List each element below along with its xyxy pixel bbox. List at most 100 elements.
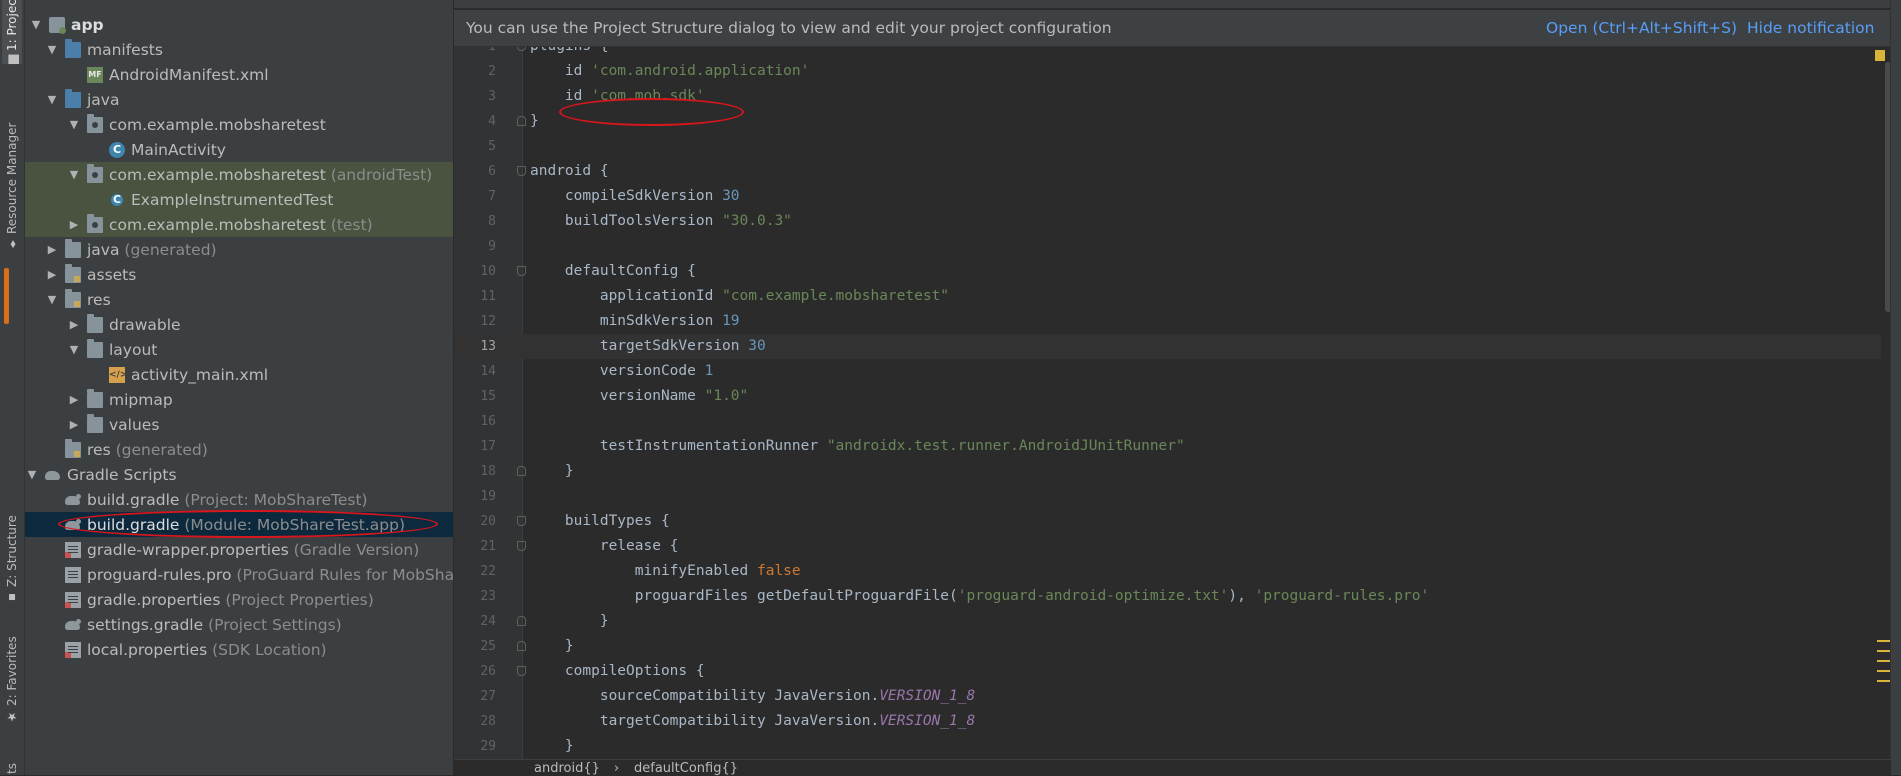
- tree-item-manifests[interactable]: ▼ manifests: [25, 37, 453, 62]
- chevron-right-icon[interactable]: ▶: [67, 318, 81, 331]
- code-line[interactable]: 11 applicationId "com.example.mobsharete…: [454, 284, 1901, 309]
- chevron-down-icon[interactable]: ▼: [45, 43, 59, 56]
- code-token: compileOptions {: [530, 663, 705, 679]
- tree-item-mipmap[interactable]: ▶ mipmap: [25, 387, 453, 412]
- project-tool-tab[interactable]: ▆ 1: Project: [2, 0, 22, 64]
- tree-item-gradle-properties[interactable]: ▼ gradle.properties (Project Properties): [25, 587, 453, 612]
- tree-item-exampleinstrumentedtest[interactable]: ▼ C ExampleInstrumentedTest: [25, 187, 453, 212]
- chevron-down-icon[interactable]: ▼: [29, 18, 43, 31]
- bottom-tool-tab[interactable]: ts: [2, 752, 22, 774]
- tree-item-values[interactable]: ▶ values: [25, 412, 453, 437]
- code-line[interactable]: 5: [454, 134, 1901, 159]
- tree-item-proguard-rules[interactable]: ▼ proguard-rules.pro (ProGuard Rules for…: [25, 562, 453, 587]
- code-line[interactable]: 7 compileSdkVersion 30: [454, 184, 1901, 209]
- inspection-status-icon[interactable]: [1875, 50, 1885, 61]
- favorites-tool-tab[interactable]: ★ 2: Favorites: [2, 628, 22, 724]
- code-line[interactable]: 6 android {: [454, 159, 1901, 184]
- chevron-down-icon[interactable]: ▼: [67, 168, 81, 181]
- chevron-down-icon[interactable]: ▼: [67, 118, 81, 131]
- tree-item-mainactivity[interactable]: ▼ C MainActivity: [25, 137, 453, 162]
- hide-notification-link[interactable]: Hide notification: [1747, 19, 1874, 37]
- tree-item-app[interactable]: ▼ app: [25, 12, 453, 37]
- fold-marker-icon[interactable]: [517, 466, 526, 476]
- tree-item-res[interactable]: ▼ res: [25, 287, 453, 312]
- tree-item-package-test[interactable]: ▶ com.example.mobsharetest (test): [25, 212, 453, 237]
- chevron-right-icon[interactable]: ▶: [67, 393, 81, 406]
- fold-marker-icon[interactable]: [517, 166, 526, 176]
- code-line[interactable]: 25 }: [454, 634, 1901, 659]
- code-text: targetSdkVersion 30: [530, 334, 766, 359]
- code-line[interactable]: 29 }: [454, 734, 1901, 759]
- code-token: }: [530, 613, 609, 629]
- chevron-down-icon[interactable]: ▼: [45, 293, 59, 306]
- properties-file-icon: [65, 641, 81, 658]
- chevron-down-icon[interactable]: ▼: [45, 93, 59, 106]
- tree-item-res-generated[interactable]: ▼ res (generated): [25, 437, 453, 462]
- tree-item-drawable[interactable]: ▶ drawable: [25, 312, 453, 337]
- fold-marker-icon[interactable]: [517, 616, 526, 626]
- breadcrumb-item-android[interactable]: android{}: [534, 761, 600, 776]
- tree-item-java-generated[interactable]: ▶ java (generated): [25, 237, 453, 262]
- code-line[interactable]: 10 defaultConfig {: [454, 259, 1901, 284]
- code-token: buildToolsVersion: [530, 213, 723, 229]
- chevron-down-icon[interactable]: ▼: [67, 343, 81, 356]
- line-number: 10: [480, 264, 496, 279]
- code-line[interactable]: 26 compileOptions {: [454, 659, 1901, 684]
- fold-marker-icon[interactable]: [517, 47, 526, 51]
- code-line[interactable]: 24 }: [454, 609, 1901, 634]
- code-token: 30: [722, 188, 740, 204]
- tree-item-assets[interactable]: ▶ assets: [25, 262, 453, 287]
- tree-item-activity-main-xml[interactable]: ▼ </> activity_main.xml: [25, 362, 453, 387]
- fold-marker-icon[interactable]: [517, 641, 526, 651]
- chevron-right-icon[interactable]: ▶: [45, 243, 59, 256]
- code-line[interactable]: 17 testInstrumentationRunner "androidx.t…: [454, 434, 1901, 459]
- fold-marker-icon[interactable]: [517, 516, 526, 526]
- tree-item-package-androidtest[interactable]: ▼ com.example.mobsharetest (androidTest): [25, 162, 453, 187]
- code-line[interactable]: 9: [454, 234, 1901, 259]
- line-number: 17: [480, 439, 496, 454]
- code-editor[interactable]: 1 plugins {2 id 'com.android.application'…: [454, 47, 1901, 759]
- tree-item-gradle-scripts[interactable]: ▼ Gradle Scripts: [25, 462, 453, 487]
- code-line[interactable]: 8 buildToolsVersion "30.0.3": [454, 209, 1901, 234]
- fold-marker-icon[interactable]: [517, 666, 526, 676]
- code-line[interactable]: 1 plugins {: [454, 47, 1901, 59]
- tree-item-androidmanifest[interactable]: ▼ MF AndroidManifest.xml: [25, 62, 453, 87]
- chevron-right-icon[interactable]: ▶: [67, 218, 81, 231]
- code-line[interactable]: 22 minifyEnabled false: [454, 559, 1901, 584]
- tree-item-package-main[interactable]: ▼ com.example.mobsharetest: [25, 112, 453, 137]
- code-line[interactable]: 23 proguardFiles getDefaultProguardFile(…: [454, 584, 1901, 609]
- generated-folder-icon: [65, 438, 81, 458]
- code-text: }: [530, 609, 609, 634]
- chevron-right-icon[interactable]: ▶: [45, 268, 59, 281]
- code-line[interactable]: 21 release {: [454, 534, 1901, 559]
- breadcrumb-item-defaultconfig[interactable]: defaultConfig{}: [634, 761, 738, 776]
- chevron-down-icon[interactable]: ▼: [25, 468, 39, 481]
- tree-item-settings-gradle[interactable]: ▼ settings.gradle (Project Settings): [25, 612, 453, 637]
- code-line[interactable]: 20 buildTypes {: [454, 509, 1901, 534]
- tree-item-local-properties[interactable]: ▼ local.properties (SDK Location): [25, 637, 453, 662]
- code-line[interactable]: 16: [454, 409, 1901, 434]
- tree-item-layout[interactable]: ▼ layout: [25, 337, 453, 362]
- code-line[interactable]: 18 }: [454, 459, 1901, 484]
- code-line[interactable]: 19: [454, 484, 1901, 509]
- resource-manager-tool-tab[interactable]: ⬧ Resource Manager: [2, 110, 22, 250]
- code-line[interactable]: 15 versionName "1.0": [454, 384, 1901, 409]
- tree-item-build-gradle-project[interactable]: ▼ build.gradle (Project: MobShareTest): [25, 487, 453, 512]
- code-token: }: [530, 113, 539, 129]
- chevron-right-icon[interactable]: ▶: [67, 418, 81, 431]
- code-token: versionCode: [530, 363, 705, 379]
- code-line[interactable]: 12 minSdkVersion 19: [454, 309, 1901, 334]
- open-project-structure-link[interactable]: Open (Ctrl+Alt+Shift+S): [1546, 19, 1737, 37]
- fold-marker-icon[interactable]: [517, 116, 526, 126]
- code-line[interactable]: 27 sourceCompatibility JavaVersion.VERSI…: [454, 684, 1901, 709]
- structure-tool-tab[interactable]: ▪ Z: Structure: [2, 505, 22, 605]
- code-line[interactable]: 14 versionCode 1: [454, 359, 1901, 384]
- tree-item-java[interactable]: ▼ java: [25, 87, 453, 112]
- code-line[interactable]: 2 id 'com.android.application': [454, 59, 1901, 84]
- tree-item-gradle-wrapper[interactable]: ▼ gradle-wrapper.properties (Gradle Vers…: [25, 537, 453, 562]
- code-line[interactable]: 13 targetSdkVersion 30: [454, 334, 1901, 359]
- resource-icon: ⬧: [5, 238, 19, 250]
- fold-marker-icon[interactable]: [517, 541, 526, 551]
- code-line[interactable]: 28 targetCompatibility JavaVersion.VERSI…: [454, 709, 1901, 734]
- fold-marker-icon[interactable]: [517, 266, 526, 276]
